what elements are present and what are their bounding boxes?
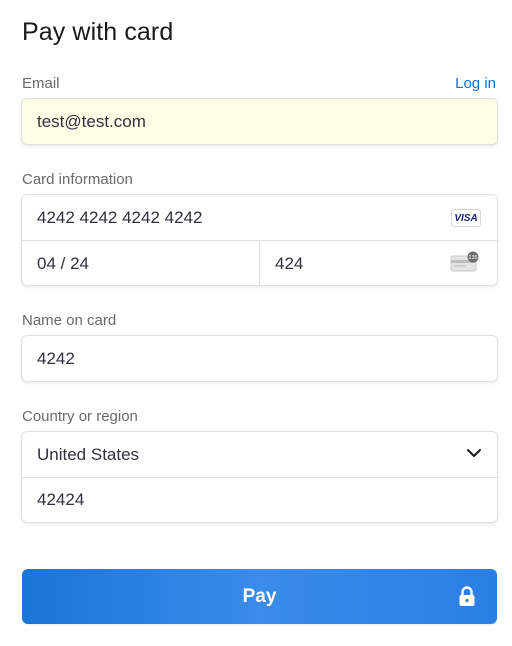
expiry-value: 04 / 24 [37,253,89,273]
pay-button-label: Pay [242,585,277,607]
name-on-card-value: 4242 [37,348,75,368]
pay-with-card-form: Pay with card Email Log in test@test.com… [0,0,512,646]
chevron-down-icon [467,449,481,457]
email-field[interactable]: test@test.com [21,98,498,145]
card-number-field[interactable]: 4242 4242 4242 4242 VISA [22,195,497,240]
name-on-card-label: Name on card [22,312,117,329]
name-on-card-field[interactable]: 4242 [21,335,498,382]
country-value: United States [37,444,140,464]
cvc-card-icon: 135 [450,251,479,272]
expiry-field[interactable]: 04 / 24 [22,241,259,285]
card-number-value: 4242 4242 4242 4242 [37,207,203,227]
address-group: United States 42424 [21,431,498,523]
visa-card-icon: VISA [451,209,481,227]
cvc-value: 424 [275,253,304,273]
card-information-group: 4242 4242 4242 4242 VISA 04 / 24 424 135 [21,194,498,286]
cvc-badge-text: 135 [468,255,477,261]
country-select[interactable]: United States [22,432,497,477]
country-region-label: Country or region [22,408,138,425]
page-title: Pay with card [22,18,174,46]
cvc-field[interactable]: 424 135 [259,241,497,285]
email-value: test@test.com [37,111,146,131]
card-information-label: Card information [22,171,133,188]
email-label: Email [22,75,60,92]
lock-icon [459,586,475,606]
log-in-link[interactable]: Log in [455,75,496,92]
zip-field[interactable]: 42424 [22,477,497,522]
zip-value: 42424 [37,490,85,509]
pay-button[interactable]: Pay [22,569,497,624]
